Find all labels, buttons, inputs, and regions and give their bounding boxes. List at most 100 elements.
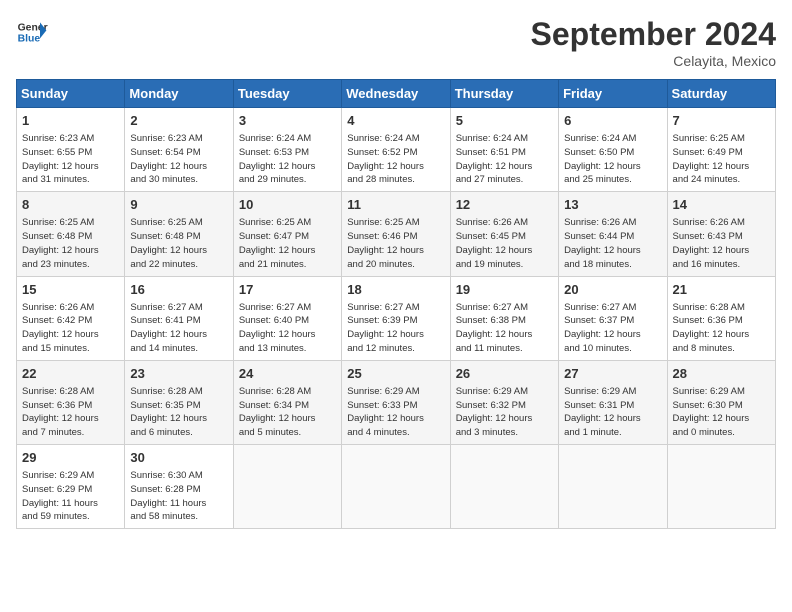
day-number: 3 — [239, 112, 336, 130]
day-number: 22 — [22, 365, 119, 383]
day-number: 30 — [130, 449, 227, 467]
calendar-cell: 16 Sunrise: 6:27 AM Sunset: 6:41 PM Dayli… — [125, 276, 233, 360]
day-info: Sunrise: 6:27 AM Sunset: 6:37 PM Dayligh… — [564, 301, 661, 356]
day-info: Sunrise: 6:25 AM Sunset: 6:49 PM Dayligh… — [673, 132, 770, 187]
day-info: Sunrise: 6:29 AM Sunset: 6:30 PM Dayligh… — [673, 385, 770, 440]
day-number: 2 — [130, 112, 227, 130]
calendar-table: SundayMondayTuesdayWednesdayThursdayFrid… — [16, 79, 776, 529]
calendar-cell — [559, 445, 667, 529]
day-number: 12 — [456, 196, 553, 214]
day-info: Sunrise: 6:29 AM Sunset: 6:29 PM Dayligh… — [22, 469, 119, 524]
logo: General Blue — [16, 16, 48, 48]
header: General Blue September 2024 Celayita, Me… — [16, 16, 776, 69]
calendar-cell: 3 Sunrise: 6:24 AM Sunset: 6:53 PM Daylig… — [233, 108, 341, 192]
day-number: 7 — [673, 112, 770, 130]
day-info: Sunrise: 6:28 AM Sunset: 6:36 PM Dayligh… — [22, 385, 119, 440]
col-header-friday: Friday — [559, 80, 667, 108]
calendar-cell: 19 Sunrise: 6:27 AM Sunset: 6:38 PM Dayli… — [450, 276, 558, 360]
day-number: 16 — [130, 281, 227, 299]
day-number: 23 — [130, 365, 227, 383]
day-info: Sunrise: 6:25 AM Sunset: 6:46 PM Dayligh… — [347, 216, 444, 271]
day-info: Sunrise: 6:23 AM Sunset: 6:54 PM Dayligh… — [130, 132, 227, 187]
day-info: Sunrise: 6:25 AM Sunset: 6:48 PM Dayligh… — [22, 216, 119, 271]
day-info: Sunrise: 6:25 AM Sunset: 6:48 PM Dayligh… — [130, 216, 227, 271]
calendar-cell — [233, 445, 341, 529]
day-info: Sunrise: 6:26 AM Sunset: 6:45 PM Dayligh… — [456, 216, 553, 271]
calendar-cell: 18 Sunrise: 6:27 AM Sunset: 6:39 PM Dayli… — [342, 276, 450, 360]
calendar-cell: 4 Sunrise: 6:24 AM Sunset: 6:52 PM Daylig… — [342, 108, 450, 192]
calendar-cell: 11 Sunrise: 6:25 AM Sunset: 6:46 PM Dayli… — [342, 192, 450, 276]
logo-icon: General Blue — [16, 16, 48, 48]
day-number: 1 — [22, 112, 119, 130]
day-number: 28 — [673, 365, 770, 383]
day-info: Sunrise: 6:29 AM Sunset: 6:32 PM Dayligh… — [456, 385, 553, 440]
day-info: Sunrise: 6:28 AM Sunset: 6:36 PM Dayligh… — [673, 301, 770, 356]
day-number: 27 — [564, 365, 661, 383]
day-info: Sunrise: 6:27 AM Sunset: 6:41 PM Dayligh… — [130, 301, 227, 356]
col-header-saturday: Saturday — [667, 80, 775, 108]
day-info: Sunrise: 6:29 AM Sunset: 6:33 PM Dayligh… — [347, 385, 444, 440]
calendar-cell: 25 Sunrise: 6:29 AM Sunset: 6:33 PM Dayli… — [342, 360, 450, 444]
day-info: Sunrise: 6:24 AM Sunset: 6:50 PM Dayligh… — [564, 132, 661, 187]
calendar-cell: 8 Sunrise: 6:25 AM Sunset: 6:48 PM Daylig… — [17, 192, 125, 276]
day-number: 5 — [456, 112, 553, 130]
day-number: 17 — [239, 281, 336, 299]
calendar-cell: 14Sunrise: 6:26 AM Sunset: 6:43 PM Dayli… — [667, 192, 775, 276]
day-number: 11 — [347, 196, 444, 214]
day-info: Sunrise: 6:24 AM Sunset: 6:53 PM Dayligh… — [239, 132, 336, 187]
day-number: 6 — [564, 112, 661, 130]
day-number: 8 — [22, 196, 119, 214]
calendar-cell: 26 Sunrise: 6:29 AM Sunset: 6:32 PM Dayli… — [450, 360, 558, 444]
calendar-cell: 13Sunrise: 6:26 AM Sunset: 6:44 PM Dayli… — [559, 192, 667, 276]
col-header-monday: Monday — [125, 80, 233, 108]
col-header-tuesday: Tuesday — [233, 80, 341, 108]
calendar-cell: 10 Sunrise: 6:25 AM Sunset: 6:47 PM Dayli… — [233, 192, 341, 276]
day-info: Sunrise: 6:30 AM Sunset: 6:28 PM Dayligh… — [130, 469, 227, 524]
col-header-thursday: Thursday — [450, 80, 558, 108]
month-title: September 2024 — [531, 16, 776, 53]
day-number: 29 — [22, 449, 119, 467]
calendar-cell: 5 Sunrise: 6:24 AM Sunset: 6:51 PM Daylig… — [450, 108, 558, 192]
day-info: Sunrise: 6:24 AM Sunset: 6:51 PM Dayligh… — [456, 132, 553, 187]
day-number: 13 — [564, 196, 661, 214]
calendar-cell: 27 Sunrise: 6:29 AM Sunset: 6:31 PM Dayli… — [559, 360, 667, 444]
calendar-cell: 17 Sunrise: 6:27 AM Sunset: 6:40 PM Dayli… — [233, 276, 341, 360]
calendar-cell: 20 Sunrise: 6:27 AM Sunset: 6:37 PM Dayli… — [559, 276, 667, 360]
day-number: 26 — [456, 365, 553, 383]
day-number: 14 — [673, 196, 770, 214]
col-header-wednesday: Wednesday — [342, 80, 450, 108]
calendar-cell: 30 Sunrise: 6:30 AM Sunset: 6:28 PM Dayli… — [125, 445, 233, 529]
day-number: 18 — [347, 281, 444, 299]
day-info: Sunrise: 6:27 AM Sunset: 6:39 PM Dayligh… — [347, 301, 444, 356]
day-number: 9 — [130, 196, 227, 214]
calendar-cell: 12 Sunrise: 6:26 AM Sunset: 6:45 PM Dayli… — [450, 192, 558, 276]
day-info: Sunrise: 6:24 AM Sunset: 6:52 PM Dayligh… — [347, 132, 444, 187]
calendar-cell: 9 Sunrise: 6:25 AM Sunset: 6:48 PM Daylig… — [125, 192, 233, 276]
day-number: 20 — [564, 281, 661, 299]
day-number: 15 — [22, 281, 119, 299]
day-info: Sunrise: 6:23 AM Sunset: 6:55 PM Dayligh… — [22, 132, 119, 187]
day-number: 24 — [239, 365, 336, 383]
day-info: Sunrise: 6:27 AM Sunset: 6:40 PM Dayligh… — [239, 301, 336, 356]
day-number: 19 — [456, 281, 553, 299]
calendar-cell: 1 Sunrise: 6:23 AM Sunset: 6:55 PM Daylig… — [17, 108, 125, 192]
svg-text:Blue: Blue — [18, 34, 41, 45]
day-number: 25 — [347, 365, 444, 383]
day-number: 10 — [239, 196, 336, 214]
calendar-cell — [450, 445, 558, 529]
day-number: 4 — [347, 112, 444, 130]
calendar-cell: 23Sunrise: 6:28 AM Sunset: 6:35 PM Dayli… — [125, 360, 233, 444]
day-info: Sunrise: 6:25 AM Sunset: 6:47 PM Dayligh… — [239, 216, 336, 271]
calendar-cell — [667, 445, 775, 529]
subtitle: Celayita, Mexico — [531, 53, 776, 69]
day-info: Sunrise: 6:27 AM Sunset: 6:38 PM Dayligh… — [456, 301, 553, 356]
day-number: 21 — [673, 281, 770, 299]
day-info: Sunrise: 6:29 AM Sunset: 6:31 PM Dayligh… — [564, 385, 661, 440]
calendar-cell: 24 Sunrise: 6:28 AM Sunset: 6:34 PM Dayli… — [233, 360, 341, 444]
calendar-cell: 15Sunrise: 6:26 AM Sunset: 6:42 PM Dayli… — [17, 276, 125, 360]
col-header-sunday: Sunday — [17, 80, 125, 108]
calendar-cell: 2 Sunrise: 6:23 AM Sunset: 6:54 PM Daylig… — [125, 108, 233, 192]
calendar-cell: 7 Sunrise: 6:25 AM Sunset: 6:49 PM Daylig… — [667, 108, 775, 192]
day-info: Sunrise: 6:28 AM Sunset: 6:34 PM Dayligh… — [239, 385, 336, 440]
calendar-cell: 21 Sunrise: 6:28 AM Sunset: 6:36 PM Dayli… — [667, 276, 775, 360]
